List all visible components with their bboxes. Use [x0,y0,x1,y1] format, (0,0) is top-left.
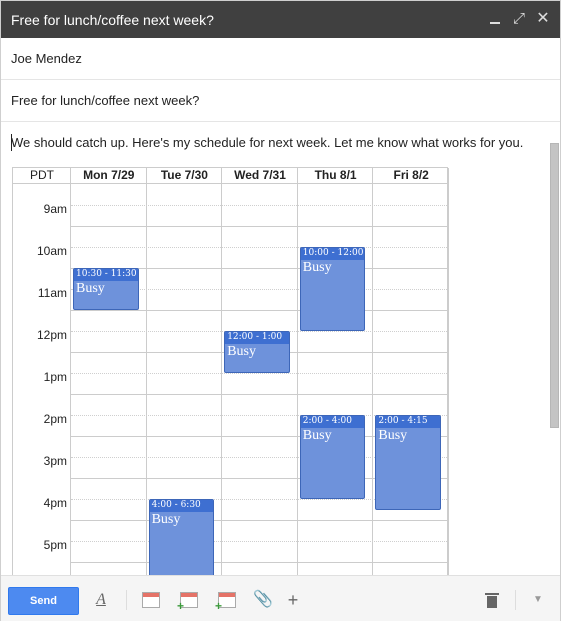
event-time: 4:00 - 6:30 [149,500,214,512]
timezone-label: PDT [30,168,54,182]
toolbar-divider [126,590,127,610]
half-hour-line [71,373,449,374]
to-field[interactable]: Joe Mendez [1,38,560,80]
send-button[interactable]: Send [8,587,79,615]
column-divider [372,168,374,588]
insert-calendar-icon[interactable] [142,592,160,608]
busy-event[interactable]: 2:00 - 4:15 Busy [375,415,441,510]
hour-label: 11am [37,286,67,300]
day-header: Fri 8/2 [393,168,429,182]
compose-titlebar[interactable]: Free for lunch/coffee next week? ⤢ ✕ [1,1,560,38]
hour-line [71,562,449,563]
message-text: We should catch up. Here's my schedule f… [11,135,524,150]
scrollbar-thumb[interactable] [550,143,559,428]
event-time: 10:30 - 11:30 [74,269,138,281]
expand-icon[interactable]: ⤢ [509,9,529,29]
column-divider [70,168,71,588]
subject-field[interactable]: Free for lunch/coffee next week? [1,80,560,122]
event-label: Busy [302,260,332,275]
day-header: Mon 7/29 [83,168,135,182]
to-recipient: Joe Mendez [11,51,82,66]
hour-label: 2pm [43,412,67,426]
busy-event[interactable]: 10:00 - 12:00 Busy [299,247,366,331]
day-header: Wed 7/31 [234,168,286,182]
hour-label: 12pm [36,328,67,342]
formatting-icon[interactable]: A [90,589,112,611]
hour-label: 4pm [43,496,67,510]
more-options-icon[interactable]: + [282,589,304,611]
hour-label: 3pm [43,454,67,468]
hour-line [71,310,449,311]
hour-line [71,394,449,395]
add-availability-icon[interactable]: + [215,592,236,612]
toolbar-divider [515,590,516,610]
day-header: Thu 8/1 [314,168,357,182]
event-label: Busy [151,512,181,527]
day-header: Tue 7/30 [160,168,208,182]
compose-toolbar: Send A + + 📎 + ▼ [1,575,560,621]
column-divider [296,168,298,588]
hour-line [71,226,449,227]
hour-label: 10am [36,244,67,258]
compose-window: Free for lunch/coffee next week? ⤢ ✕ Joe… [0,0,561,621]
event-label: Busy [227,344,256,359]
more-dropdown-icon[interactable]: ▼ [527,589,549,611]
hour-label: 9am [43,202,67,216]
event-time: 2:00 - 4:15 [376,416,440,428]
column-divider [448,168,449,588]
hour-label: 1pm [43,370,67,384]
hour-label: 5pm [43,538,67,552]
availability-calendar: PDT Mon 7/29 Tue 7/30 Wed 7/31 Thu 8/1 Fri 8… [12,167,449,605]
compose-title: Free for lunch/coffee next week? [11,12,214,28]
event-time: 2:00 - 4:00 [300,416,365,428]
column-divider [145,168,147,588]
event-label: Busy [76,281,105,296]
header-divider [13,183,449,184]
attach-icon[interactable]: 📎 [252,589,274,611]
event-label: Busy [302,428,332,443]
close-icon[interactable]: ✕ [533,9,553,29]
add-event-icon[interactable]: + [177,592,198,612]
hour-line [71,520,449,521]
event-time: 12:00 - 1:00 [225,332,289,344]
half-hour-line [71,205,449,206]
event-label: Busy [378,428,408,443]
busy-event[interactable]: 10:30 - 11:30 Busy [73,268,139,310]
half-hour-line [71,541,449,542]
busy-event[interactable]: 2:00 - 4:00 Busy [299,415,366,499]
minimize-icon[interactable] [485,9,505,29]
subject-value: Free for lunch/coffee next week? [11,93,200,108]
discard-icon[interactable] [481,589,503,611]
event-time: 10:00 - 12:00 [300,248,365,260]
half-hour-line [71,247,449,248]
column-divider [221,168,223,588]
busy-event[interactable]: 12:00 - 1:00 Busy [224,331,290,373]
